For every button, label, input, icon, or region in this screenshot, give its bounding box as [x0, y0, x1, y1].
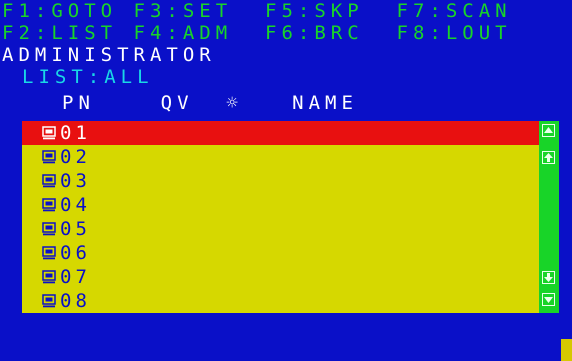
- port-row[interactable]: 07: [22, 265, 539, 289]
- scrollbar[interactable]: [539, 121, 559, 313]
- port-row[interactable]: 01: [22, 121, 539, 145]
- computer-icon: [42, 149, 56, 164]
- port-number: 01: [60, 122, 91, 144]
- port-row[interactable]: 02: [22, 145, 539, 169]
- column-header: PN QV ☼ NAME: [62, 92, 358, 114]
- line-up-icon[interactable]: [542, 124, 555, 137]
- page-up-icon[interactable]: [542, 151, 555, 164]
- computer-icon: [42, 197, 56, 212]
- port-number: 02: [60, 146, 91, 168]
- computer-icon: [42, 269, 56, 284]
- computer-icon: [42, 293, 56, 308]
- port-number: 05: [60, 218, 91, 240]
- computer-icon: [42, 245, 56, 260]
- hotkey-row-1: F1:GOTO F3:SET F5:SKP F7:SCAN: [2, 0, 512, 22]
- page-down-icon[interactable]: [542, 271, 555, 284]
- list-filter-label: LIST:ALL: [22, 66, 154, 88]
- port-number: 08: [60, 290, 91, 312]
- port-row[interactable]: 08: [22, 289, 539, 313]
- port-list: 01 02 03 04 05 06 07 08: [22, 121, 539, 313]
- computer-icon: [42, 221, 56, 236]
- port-row[interactable]: 03: [22, 169, 539, 193]
- port-number: 04: [60, 194, 91, 216]
- corner-marker: [561, 339, 572, 361]
- port-row[interactable]: 06: [22, 241, 539, 265]
- port-number: 07: [60, 266, 91, 288]
- user-mode-label: ADMINISTRATOR: [2, 44, 216, 66]
- port-number: 06: [60, 242, 91, 264]
- computer-icon: [42, 125, 56, 140]
- port-row[interactable]: 05: [22, 217, 539, 241]
- port-row[interactable]: 04: [22, 193, 539, 217]
- hotkey-row-2: F2:LIST F4:ADM F6:BRC F8:LOUT: [2, 22, 512, 44]
- port-number: 03: [60, 170, 91, 192]
- computer-icon: [42, 173, 56, 188]
- line-down-icon[interactable]: [542, 293, 555, 306]
